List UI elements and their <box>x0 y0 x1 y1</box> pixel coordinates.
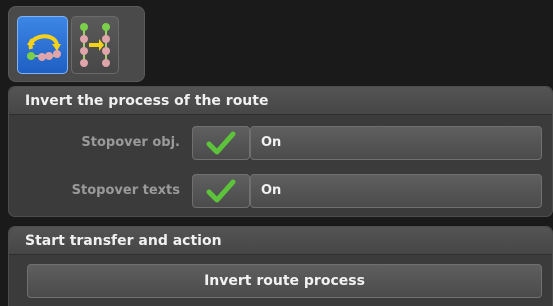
invert-route-process-button[interactable]: Invert route process <box>27 264 542 298</box>
reverse-route-icon <box>26 34 61 61</box>
stopover-texts-value[interactable]: On <box>250 174 542 208</box>
toolbar <box>8 6 145 82</box>
checkmark-icon <box>206 131 236 155</box>
transfer-action-panel-title: Start transfer and action <box>9 227 552 255</box>
invert-route-panel-title: Invert the process of the route <box>9 87 552 115</box>
transfer-action-panel: Start transfer and action Invert route p… <box>8 226 553 306</box>
stopover-objects-value[interactable]: On <box>250 126 542 160</box>
invert-route-panel: Invert the process of the route Stopover… <box>8 86 553 217</box>
route-nodes-icon <box>80 23 110 67</box>
stopover-texts-checkbox[interactable] <box>192 174 250 208</box>
stopover-objects-label: Stopover obj. <box>81 135 180 150</box>
stopover-objects-row: Stopover obj. On <box>9 126 552 160</box>
reverse-route-tool-button[interactable] <box>17 16 68 74</box>
stopover-objects-checkbox[interactable] <box>192 126 250 160</box>
stopover-texts-label: Stopover texts <box>71 183 180 198</box>
route-nodes-tool-button[interactable] <box>71 16 119 74</box>
stopover-texts-row: Stopover texts On <box>9 174 552 208</box>
checkmark-icon <box>206 179 236 203</box>
